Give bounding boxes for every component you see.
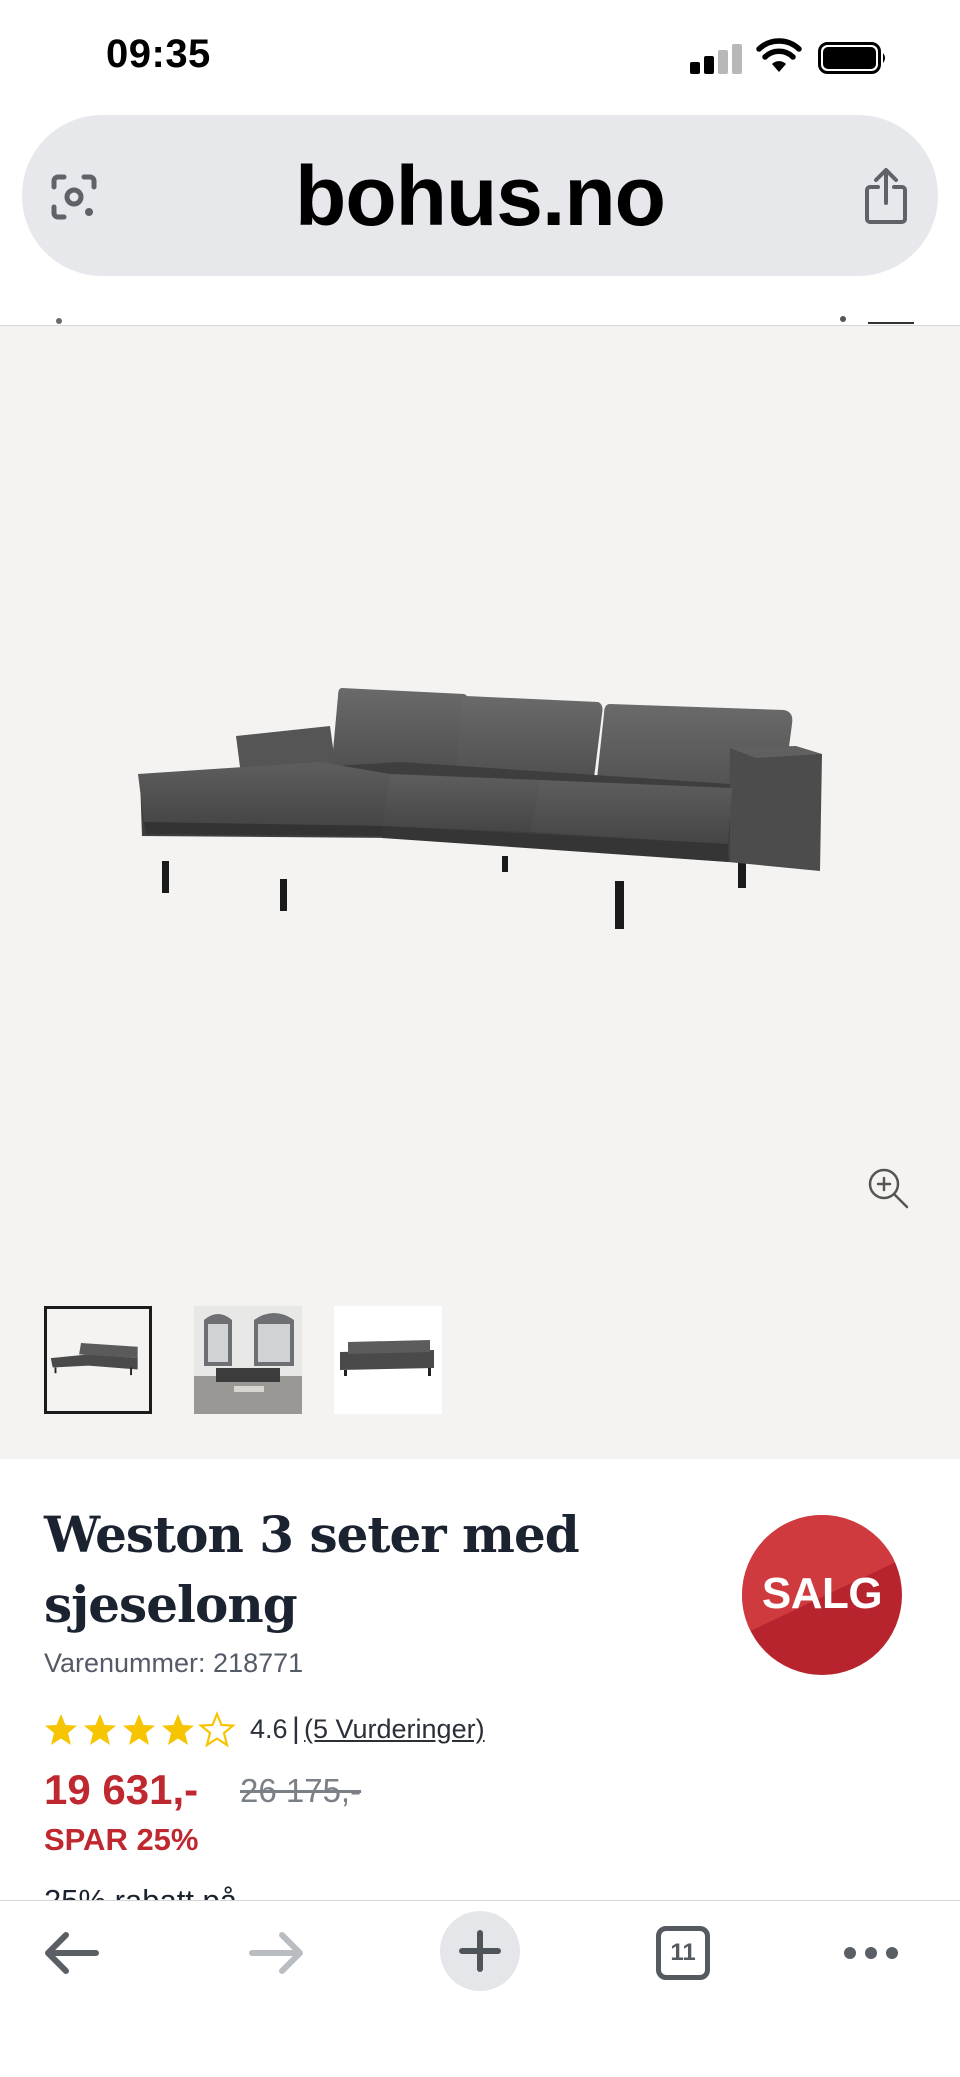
rating-separator: | xyxy=(292,1712,300,1745)
product-sku: Varenummer: 218771 xyxy=(44,1648,304,1678)
thumbnail-1[interactable] xyxy=(44,1306,152,1414)
sale-badge: SALG xyxy=(742,1515,902,1675)
original-price: 26 175,- xyxy=(240,1772,362,1809)
battery-icon xyxy=(818,42,885,74)
back-button[interactable] xyxy=(26,1901,116,1991)
rating-stars-icon xyxy=(45,1712,235,1747)
product-title: Weston 3 seter med sjeselong xyxy=(44,1505,580,1634)
share-icon[interactable] xyxy=(862,167,910,225)
more-dots-icon xyxy=(844,1947,898,1959)
wifi-icon xyxy=(756,38,802,72)
forward-arrow-icon xyxy=(249,1932,303,1974)
rating-value: 4.6 xyxy=(250,1714,288,1744)
sale-badge-label: SALG xyxy=(761,1569,883,1618)
more-menu-button[interactable] xyxy=(826,1901,916,1991)
thumbnail-3[interactable] xyxy=(334,1306,442,1414)
back-arrow-icon xyxy=(45,1932,99,1974)
forward-button[interactable] xyxy=(232,1901,322,1991)
cellular-signal-icon xyxy=(690,44,742,74)
tabs-count-button[interactable]: 11 xyxy=(656,1926,710,1980)
new-tab-button[interactable] xyxy=(440,1911,520,1991)
browser-toolbar: 11 xyxy=(0,1900,960,2077)
product-main-image[interactable] xyxy=(120,666,840,966)
product-gallery xyxy=(0,326,960,1459)
plus-icon xyxy=(459,1930,501,1972)
zoom-in-icon[interactable] xyxy=(866,1166,910,1210)
url-text[interactable]: bohus.no xyxy=(22,151,938,241)
thumbnail-2[interactable] xyxy=(194,1306,302,1414)
link-fragment xyxy=(868,322,914,324)
promo-text: 25% rabatt på xyxy=(44,1883,344,1900)
breadcrumb-fragment xyxy=(52,312,72,326)
discount-label: SPAR 25% xyxy=(44,1822,199,1857)
favorite-fragment xyxy=(840,316,846,322)
status-bar: 09:35 xyxy=(0,0,960,110)
reviews-link[interactable]: (5 Vurderinger) xyxy=(304,1714,485,1745)
status-time: 09:35 xyxy=(106,32,211,76)
current-price: 19 631,- xyxy=(44,1766,199,1813)
address-bar[interactable]: bohus.no xyxy=(22,115,938,276)
